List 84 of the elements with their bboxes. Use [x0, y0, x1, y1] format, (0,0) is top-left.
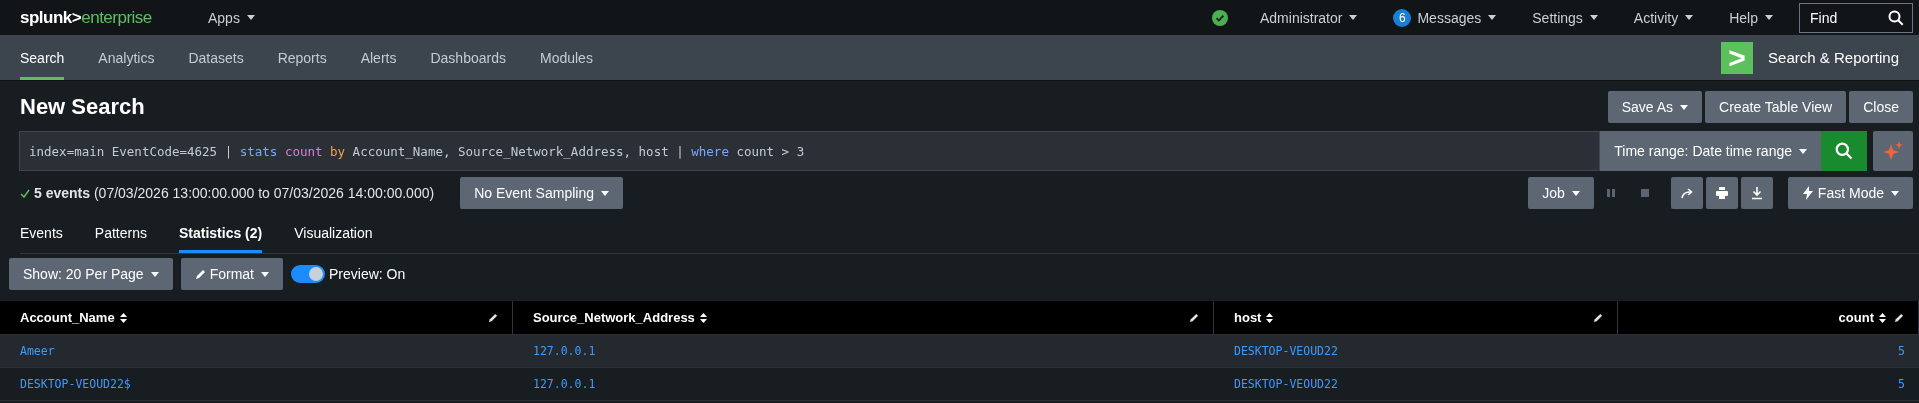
caret-icon [246, 15, 255, 20]
time-range-picker[interactable]: Time range: Date time range [1600, 131, 1821, 171]
results-tab[interactable]: Statistics (2) [178, 213, 263, 253]
results-tab[interactable]: Visualization [294, 213, 373, 253]
table-cell[interactable]: Ameer [20, 344, 55, 358]
printer-icon [1714, 186, 1729, 200]
search-mode-menu[interactable]: Fast Mode [1787, 177, 1913, 209]
column-header[interactable]: host [1234, 310, 1262, 325]
table-cell[interactable]: 5 [1898, 344, 1905, 358]
sort-icon[interactable] [699, 312, 707, 323]
caret-icon [1488, 15, 1497, 20]
sparkle-icon [1882, 140, 1904, 162]
app-name: Search & Reporting [1768, 49, 1899, 66]
results-tab[interactable]: Events [20, 213, 63, 253]
caret-icon [150, 271, 159, 277]
table-cell[interactable]: DESKTOP-VEOUD22 [1234, 377, 1338, 391]
format-dropdown[interactable]: Format [180, 258, 283, 290]
table-cell[interactable]: DESKTOP-VEOUD22$ [20, 377, 131, 391]
per-page-dropdown[interactable]: Show: 20 Per Page [9, 258, 173, 290]
job-menu[interactable]: Job [1528, 177, 1594, 209]
search-icon [1835, 142, 1853, 160]
search-icon[interactable] [1888, 9, 1904, 26]
find-field[interactable]: Find [1799, 2, 1913, 33]
nav-tab[interactable]: Analytics [81, 35, 172, 80]
top-menu[interactable]: Activity [1615, 9, 1712, 26]
page-title: New Search [20, 94, 145, 120]
stop-icon[interactable] [1639, 188, 1650, 198]
sort-icon[interactable] [1266, 312, 1274, 323]
caret-icon [1589, 15, 1598, 20]
top-menu[interactable]: 6 Messages [1375, 8, 1515, 27]
caret-icon [1680, 104, 1689, 110]
caret-icon [1349, 15, 1358, 20]
event-sampling-dropdown[interactable]: No Event Sampling [460, 177, 623, 209]
pause-icon[interactable] [1605, 188, 1616, 198]
apps-menu[interactable]: Apps [190, 9, 273, 26]
nav-tab[interactable]: Alerts [343, 35, 414, 80]
preview-toggle[interactable] [291, 265, 325, 283]
table-cell[interactable]: 127.0.0.1 [533, 344, 596, 358]
download-icon [1749, 186, 1764, 200]
pencil-icon[interactable] [1189, 312, 1199, 323]
app-logo-icon: > [1721, 41, 1754, 74]
export-button[interactable] [1740, 177, 1773, 209]
nav-tab[interactable]: Reports [260, 35, 344, 80]
column-header[interactable]: Source_Network_Address [533, 310, 695, 325]
nav-tab[interactable]: Datasets [171, 35, 261, 80]
header-button[interactable]: Save As [1607, 91, 1703, 123]
column-header[interactable]: count [1838, 310, 1874, 325]
caret-icon [1571, 190, 1580, 196]
curved-arrow-icon [1679, 186, 1694, 200]
print-button[interactable] [1705, 177, 1738, 209]
event-status: 5 events (07/03/2026 13:00:00.000 to 07/03/2026 14:00:00.000) [34, 185, 435, 201]
nav-tab[interactable]: Search [20, 35, 65, 80]
message-count-badge: 6 [1393, 8, 1412, 27]
pencil-icon[interactable] [1894, 312, 1904, 323]
caret-icon [600, 190, 609, 196]
search-button[interactable] [1821, 131, 1867, 171]
caret-icon [1799, 148, 1807, 154]
search-query-field[interactable]: index=main EventCode=4625 | stats count by Account_Name, Source_Network_Address, host | where count > 3 [19, 131, 1601, 171]
table-cell[interactable]: 5 [1898, 377, 1905, 391]
check-status-icon[interactable] [1212, 9, 1228, 26]
header-button[interactable]: Close [1849, 91, 1913, 123]
caret-icon [261, 271, 269, 277]
results-tab[interactable]: Patterns [94, 213, 147, 253]
table-cell[interactable]: DESKTOP-VEOUD22 [1234, 344, 1338, 358]
nav-tab[interactable]: Dashboards [413, 35, 523, 80]
caret-icon [1765, 15, 1773, 20]
splunk-logo[interactable]: splunk>enterprise [20, 7, 184, 28]
caret-icon [1891, 190, 1899, 196]
top-menu[interactable]: Help [1711, 9, 1791, 26]
pencil-icon[interactable] [1593, 312, 1603, 323]
share-button[interactable] [1670, 177, 1703, 209]
sort-icon[interactable] [119, 312, 127, 323]
lightning-icon [1801, 186, 1814, 200]
sort-icon[interactable] [1879, 312, 1886, 323]
table-cell[interactable]: 127.0.0.1 [533, 377, 596, 391]
caret-icon [1685, 15, 1694, 20]
nav-tab[interactable]: Modules [522, 35, 610, 80]
header-button[interactable]: Create Table View [1705, 91, 1847, 123]
column-header[interactable]: Account_Name [20, 310, 115, 325]
pencil-icon[interactable] [488, 312, 498, 323]
top-menu[interactable]: Settings [1514, 9, 1616, 26]
pencil-icon [194, 268, 206, 280]
preview-label: Preview: On [329, 266, 406, 282]
top-menu[interactable]: Administrator [1242, 9, 1376, 26]
